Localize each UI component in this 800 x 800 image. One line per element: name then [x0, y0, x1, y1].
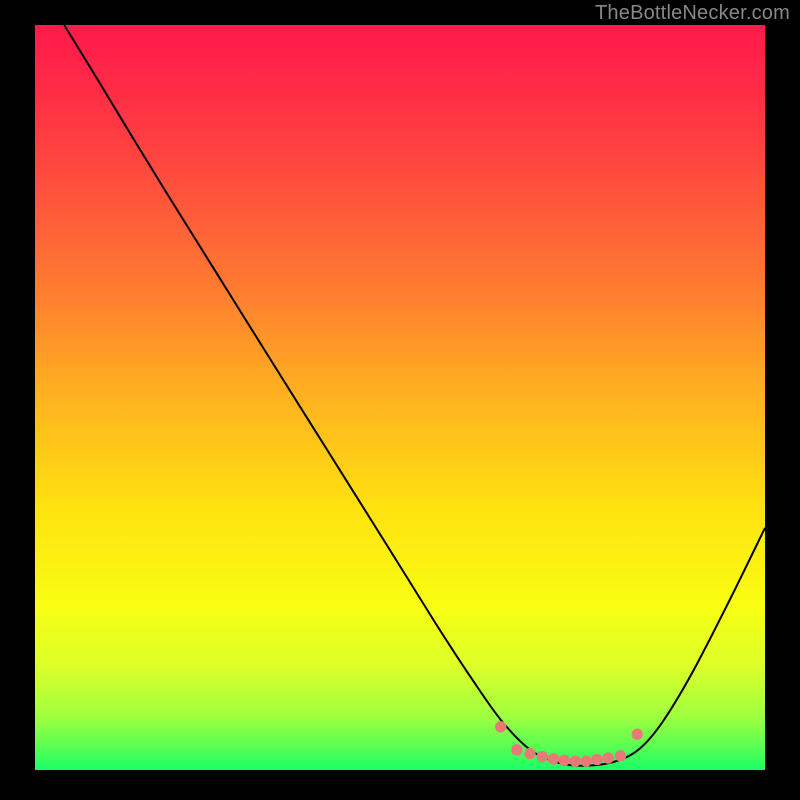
- minimum-point-marker: [603, 753, 613, 763]
- minimum-point-marker: [632, 729, 642, 739]
- minimum-point-marker: [581, 756, 591, 766]
- minimum-point-marker: [548, 754, 558, 764]
- minimum-point-marker: [537, 751, 547, 761]
- minimum-point-marker: [559, 755, 569, 765]
- gradient-background: [35, 25, 765, 770]
- minimum-point-marker: [592, 754, 602, 764]
- minimum-point-marker: [496, 722, 506, 732]
- minimum-point-marker: [525, 748, 535, 758]
- attribution-text: TheBottleNecker.com: [595, 2, 790, 25]
- minimum-point-marker: [512, 745, 522, 755]
- minimum-point-marker: [570, 756, 580, 766]
- plot-area: [35, 25, 765, 770]
- chart-canvas: [0, 0, 800, 800]
- chart-root: TheBottleNecker.com: [0, 0, 800, 800]
- minimum-point-marker: [615, 751, 625, 761]
